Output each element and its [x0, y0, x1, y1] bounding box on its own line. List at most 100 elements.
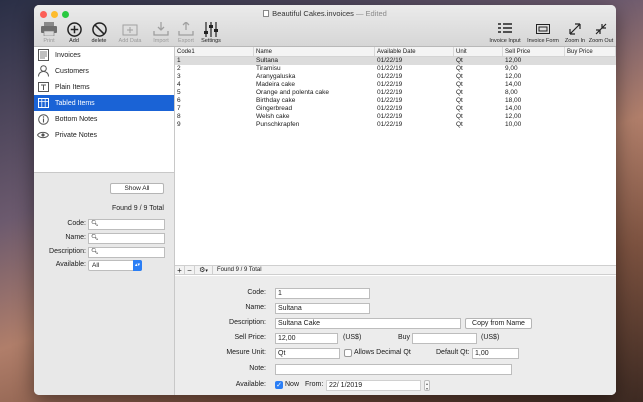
- search-icon: 🔍︎: [91, 235, 99, 241]
- settings-button[interactable]: Settings: [200, 21, 222, 44]
- table-row[interactable]: 4 Madeira cake 01/22/19 Qt 14,00: [175, 81, 616, 89]
- available-now-checkbox[interactable]: ✓: [275, 381, 283, 389]
- table-cell: 01/22/19: [377, 81, 403, 88]
- table-cell: [565, 121, 616, 129]
- column-header[interactable]: Code1: [175, 47, 254, 56]
- sidebar: Invoices Customers Plain Items Tabled It…: [34, 47, 175, 395]
- table-cell: [565, 105, 616, 113]
- gear-menu-button[interactable]: ⚙▾: [195, 265, 213, 275]
- sidebar-item-bottom-notes[interactable]: Bottom Notes: [34, 111, 174, 127]
- zoom-out-button[interactable]: Zoom Out: [589, 21, 613, 44]
- table-row[interactable]: 9 Punschkrapfen 01/22/19 Qt 10,00: [175, 121, 616, 129]
- column-header[interactable]: Unit: [454, 47, 503, 56]
- invoice-input-button[interactable]: Invoice Input: [488, 21, 522, 44]
- table-cell: Qt: [456, 121, 463, 128]
- table-cell: 01/22/19: [377, 97, 403, 104]
- sidebar-item-customers[interactable]: Customers: [34, 63, 174, 79]
- allows-decimal-checkbox[interactable]: [344, 349, 352, 357]
- table-cell: 01/22/19: [377, 113, 403, 120]
- from-date-field[interactable]: 22/ 1/2019: [326, 380, 421, 391]
- delete-button[interactable]: delete: [88, 21, 110, 44]
- description-search-input[interactable]: 🔍︎: [88, 247, 165, 258]
- column-header[interactable]: Buy Price: [565, 47, 616, 56]
- copy-from-name-button[interactable]: Copy from Name: [465, 318, 532, 329]
- import-button[interactable]: Import: [150, 21, 172, 44]
- invoice-form-button[interactable]: Invoice Form: [526, 21, 560, 44]
- table-cell: 9,00: [505, 65, 518, 72]
- table-cell: Birthday cake: [256, 97, 296, 104]
- available-select[interactable]: All ▴▾: [88, 260, 142, 271]
- invoice-icon: [37, 49, 49, 61]
- export-icon: [178, 22, 194, 36]
- add-data-button[interactable]: Add Data: [113, 21, 147, 44]
- measure-unit-field[interactable]: Qt: [275, 348, 340, 359]
- main-pane: Code1 Name Available Date Unit Sell Pric…: [175, 47, 616, 395]
- sidebar-item-invoices[interactable]: Invoices: [34, 47, 174, 63]
- expand-arrows-icon: [569, 23, 581, 35]
- table-cell: 01/22/19: [377, 65, 403, 72]
- window-title: Beautiful Cakes.invoices — Edited: [34, 9, 616, 18]
- date-stepper[interactable]: ▴ ▾: [424, 380, 430, 391]
- column-header[interactable]: Available Date: [375, 47, 454, 56]
- export-button[interactable]: Export: [175, 21, 197, 44]
- table-cell: 14,00: [505, 105, 522, 112]
- eye-icon: [37, 129, 49, 141]
- table-cell: 12,00: [505, 57, 522, 64]
- search-icon: 🔍︎: [91, 249, 99, 255]
- sidebar-item-plain-items[interactable]: Plain Items: [34, 79, 174, 95]
- table-row[interactable]: 8 Welsh cake 01/22/19 Qt 12,00: [175, 113, 616, 121]
- prohibit-icon: [91, 21, 107, 37]
- zoom-in-button[interactable]: Zoom In: [564, 21, 586, 44]
- import-icon: [153, 22, 169, 36]
- buy-price-field[interactable]: [412, 333, 477, 344]
- note-field[interactable]: [275, 364, 512, 375]
- table-cell: 3: [177, 73, 181, 80]
- print-button[interactable]: Print: [38, 21, 60, 44]
- default-qt-field[interactable]: 1,00: [472, 348, 519, 359]
- popup-arrows-icon: ▴▾: [133, 260, 142, 271]
- table-cell: Qt: [456, 65, 463, 72]
- table-cell: Qt: [456, 97, 463, 104]
- column-header[interactable]: Name: [254, 47, 375, 56]
- table-row[interactable]: 1 Sultana 01/22/19 Qt 12,00: [175, 57, 616, 65]
- table-cell: 2: [177, 65, 181, 72]
- table-cell: 18,00: [505, 97, 522, 104]
- description-field[interactable]: Sultana Cake: [275, 318, 461, 329]
- table-cell: Sultana: [256, 57, 279, 64]
- table-cell: 1: [177, 57, 181, 64]
- show-all-button[interactable]: Show All: [110, 183, 164, 194]
- table-cell: [565, 113, 616, 121]
- search-icon: 🔍︎: [91, 221, 99, 227]
- add-row-button[interactable]: +: [175, 265, 185, 275]
- table-cell: Qt: [456, 113, 463, 120]
- table-cell: 12,00: [505, 73, 522, 80]
- add-button[interactable]: Add: [63, 21, 85, 44]
- plus-circle-icon: [66, 21, 82, 37]
- table-row[interactable]: 2 Tiramisu 01/22/19 Qt 9,00: [175, 65, 616, 73]
- list-icon: [498, 23, 512, 33]
- table-row[interactable]: 5 Orange and polenta cake 01/22/19 Qt 8,00: [175, 89, 616, 97]
- table-cell: [565, 65, 616, 73]
- table-cell: 10,00: [505, 121, 522, 128]
- sell-price-field[interactable]: 12,00: [275, 333, 338, 344]
- table-row[interactable]: 7 Gingerbread 01/22/19 Qt 14,00: [175, 105, 616, 113]
- code-search-input[interactable]: 🔍︎: [88, 219, 165, 230]
- table-cell: 01/22/19: [377, 121, 403, 128]
- sidebar-item-private-notes[interactable]: Private Notes: [34, 127, 174, 143]
- sidebar-item-tabled-items[interactable]: Tabled Items: [34, 95, 174, 111]
- column-header[interactable]: Sell Price: [503, 47, 565, 56]
- remove-row-button[interactable]: −: [185, 265, 195, 275]
- description-filter-row: Description: 🔍︎: [34, 247, 175, 259]
- available-filter-row: Available: All ▴▾: [55, 260, 142, 271]
- table-cell: Qt: [456, 57, 463, 64]
- table-cell: Aranygaluska: [256, 73, 296, 80]
- item-form: Code: 1 Name: Sultana Description: Sulta…: [175, 276, 616, 395]
- name-field[interactable]: Sultana: [275, 303, 370, 314]
- table-row[interactable]: 6 Birthday cake 01/22/19 Qt 18,00: [175, 97, 616, 105]
- table-cell: Qt: [456, 73, 463, 80]
- table-row[interactable]: 3 Aranygaluska 01/22/19 Qt 12,00: [175, 73, 616, 81]
- sidebar-nav: Invoices Customers Plain Items Tabled It…: [34, 47, 174, 173]
- found-count: Found 9 / 9 Total: [111, 205, 164, 212]
- code-field[interactable]: 1: [275, 288, 370, 299]
- name-search-input[interactable]: 🔍︎: [88, 233, 165, 244]
